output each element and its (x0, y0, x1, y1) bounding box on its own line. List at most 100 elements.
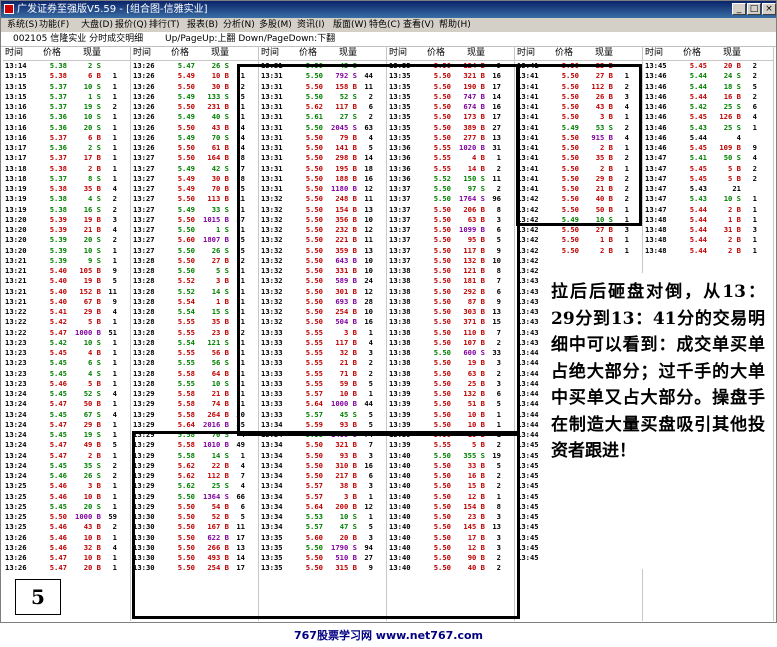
cell-volume: 56 S (211, 358, 229, 368)
cell-count: 1 (112, 419, 117, 429)
cell-count: 1 (112, 337, 117, 347)
cell-volume: 12 B (467, 491, 485, 501)
cell-count: 1 (496, 419, 501, 429)
menu-item[interactable]: 分析(N) (223, 18, 255, 32)
cell-time: 13:35 (389, 81, 411, 91)
cell-time: 13:45 (517, 542, 539, 552)
menu-item[interactable]: 多股(M) (259, 18, 292, 32)
cell-volume: 43 B (211, 122, 229, 132)
cell-count: 4 (624, 132, 629, 142)
cell-price: 5.50 (177, 245, 195, 255)
cell-volume: 3 B (88, 481, 101, 491)
cell-price: 5.36 (49, 143, 67, 152)
table-row: 13:27 5.50 1 S 1 (131, 225, 258, 235)
column-header: 时间 价格 现量 (3, 46, 130, 61)
cell-volume: 32 B (339, 348, 357, 357)
cell-volume: 121 B (463, 266, 485, 275)
cell-count: 2 (112, 235, 117, 245)
cell-time: 13:35 (389, 102, 411, 111)
column-header: 时间 价格 现量 (131, 46, 258, 61)
table-row: 13:32 5.50 232 B 12 (259, 225, 386, 235)
menu-item[interactable]: 版面(W) (333, 18, 367, 32)
menu-item[interactable]: 查看(V) (403, 18, 434, 32)
cell-time: 13:20 (5, 225, 27, 234)
cell-volume: 622 B (207, 532, 229, 542)
cell-volume: 504 B (335, 317, 357, 327)
menu-item[interactable]: 报价(Q) (115, 18, 147, 32)
cell-time: 13:26 (133, 91, 155, 101)
cell-time: 13:32 (261, 276, 283, 286)
menu-item[interactable]: 大盘(D) (81, 18, 113, 32)
cell-count: 7 (240, 163, 245, 173)
table-row: 13:41 5.50 2 B 1 (515, 143, 642, 153)
cell-time: 13:30 (133, 512, 155, 521)
table-row: 13:48 5.44 31 B 3 (643, 225, 773, 235)
cell-volume: 3 B (600, 112, 613, 122)
cell-volume: 27 B (211, 255, 229, 265)
cell-volume: 117 B (335, 337, 357, 347)
cell-price: 5.50 (433, 327, 451, 337)
table-row: 13:42 5.50 40 B 2 (515, 194, 642, 204)
cell-price: 5.50 (177, 255, 195, 265)
table-row: 13:34 5.57 38 B 3 (259, 481, 386, 491)
app-icon (4, 4, 14, 14)
cell-count: 2 (624, 81, 629, 91)
cell-count: 1 (624, 204, 629, 214)
menu-item[interactable]: 排行(T) (149, 18, 180, 32)
cell-time: 13:40 (389, 563, 411, 573)
cell-time: 13:34 (261, 450, 283, 460)
cell-price: 5.50 (433, 399, 451, 409)
maximize-icon[interactable]: □ (747, 3, 761, 15)
cell-count: 1 (112, 163, 117, 173)
cell-time: 13:44 (517, 409, 539, 419)
table-row: 13:24 5.46 26 S 2 (3, 471, 130, 481)
menu-item[interactable]: 系统(S) (7, 18, 38, 32)
cell-time: 13:26 (133, 132, 155, 142)
table-row: 13:17 5.36 2 S 1 (3, 143, 130, 153)
menu-item[interactable]: 特色(C) (369, 18, 400, 32)
cell-volume: 2016 B (203, 419, 229, 429)
cell-count: 1 (112, 553, 117, 562)
cell-count: 7 (240, 471, 245, 480)
cell-count: 2 (368, 368, 373, 378)
cell-count: 1 (112, 317, 117, 327)
table-row: 13:36 5.52 150 S 11 (387, 174, 514, 184)
cell-time: 13:33 (261, 348, 283, 357)
cell-count: 2 (240, 81, 245, 91)
cell-volume: 2 B (600, 143, 613, 152)
table-row: 13:32 5.50 221 B 11 (259, 235, 386, 245)
cell-count: 1 (112, 81, 117, 91)
minimize-icon[interactable]: _ (732, 3, 746, 15)
table-row: 13:46 5.44 18 S 5 (643, 82, 773, 92)
cell-price: 5.50 (433, 194, 451, 204)
cell-count: 2 (496, 368, 501, 378)
close-icon[interactable]: × (762, 3, 776, 15)
cell-count: 19 (492, 450, 501, 460)
cell-time: 13:40 (389, 501, 411, 511)
cell-price: 5.44 (689, 204, 707, 214)
cell-price: 5.49 (561, 214, 579, 224)
table-row: 13:34 5.58 1409 S 74 (259, 430, 386, 440)
cell-time: 13:24 (5, 409, 27, 419)
table-row: 13:38 5.50 19 B 3 (387, 358, 514, 368)
cell-volume: 248 B (335, 194, 357, 204)
cell-time: 13:42 (517, 194, 539, 204)
table-row: 13:28 5.52 3 B 1 (131, 276, 258, 286)
cell-count: 9 (752, 143, 757, 152)
table-row: 13:33 5.64 1000 B 44 (259, 399, 386, 409)
menu-item[interactable]: 功能(F) (39, 18, 69, 32)
cell-price: 5.45 (49, 368, 67, 378)
cell-count: 1 (240, 399, 245, 409)
cell-volume: 21 B (83, 225, 101, 234)
cell-count: 2 (496, 471, 501, 480)
cell-price: 5.55 (433, 153, 451, 163)
cell-time: 13:32 (261, 307, 283, 316)
menu-item[interactable]: 资讯(I) (297, 18, 325, 32)
cell-volume: 10 S (595, 214, 613, 224)
cell-count: 2 (624, 194, 629, 204)
cell-price: 5.50 (433, 214, 451, 224)
menu-item[interactable]: 帮助(H) (439, 18, 471, 32)
menu-item[interactable]: 报表(B) (187, 18, 218, 32)
cell-price: 5.50 (305, 307, 323, 316)
cell-count: 1 (112, 91, 117, 101)
